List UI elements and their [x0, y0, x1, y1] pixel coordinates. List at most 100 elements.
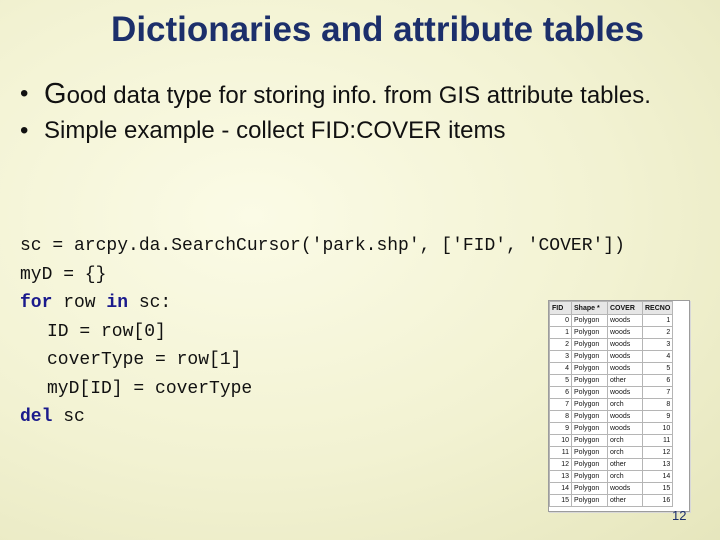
cell-cover: woods: [607, 314, 643, 327]
bullet-dot-icon: •: [20, 80, 29, 107]
cell-recno: 16: [641, 494, 674, 507]
code-block: sc = arcpy.da.SearchCursor('park.shp', […: [20, 232, 625, 432]
attribute-table: FID Shape * COVER RECNO 0 Polygon woods 1 1 P…: [549, 301, 674, 507]
table-row: 2 Polygon woods 3: [549, 338, 674, 351]
cell-shape: Polygon: [571, 458, 608, 471]
cell-fid: 9: [549, 422, 572, 435]
cell-shape: Polygon: [571, 482, 608, 495]
cell-fid: 0: [549, 314, 572, 327]
cell-shape: Polygon: [571, 398, 608, 411]
cell-fid: 3: [549, 350, 572, 363]
cell-recno: 12: [641, 446, 674, 459]
cell-fid: 6: [549, 386, 572, 399]
cell-recno: 5: [641, 362, 674, 375]
table-row: 1 Polygon woods 2: [549, 326, 674, 339]
table-row: 13 Polygon orch 14: [549, 470, 674, 483]
bullet-text: ood data type for storing info. from GIS…: [66, 82, 651, 109]
cell-recno: 2: [641, 326, 674, 339]
cell-fid: 13: [549, 470, 572, 483]
cell-recno: 10: [641, 422, 674, 435]
code-line: ID = row[0]: [47, 321, 166, 342]
code-text: row: [52, 293, 107, 313]
cell-shape: Polygon: [571, 446, 608, 459]
cell-cover: woods: [607, 386, 643, 399]
column-header-shape: Shape *: [571, 301, 608, 315]
cell-cover: orch: [607, 446, 643, 459]
table-row: 4 Polygon woods 5: [549, 362, 674, 375]
bullet-text: imple example - collect FID:COVER items: [60, 117, 506, 144]
code-text: sc:: [128, 293, 172, 313]
cell-fid: 15: [549, 494, 572, 507]
cell-shape: Polygon: [571, 374, 608, 387]
cell-shape: Polygon: [571, 362, 608, 375]
table-header-row: FID Shape * COVER RECNO: [549, 301, 674, 315]
table-row: 15 Polygon other 16: [549, 494, 674, 507]
table-row: 3 Polygon woods 4: [549, 350, 674, 363]
cell-cover: woods: [607, 350, 643, 363]
cell-fid: 8: [549, 410, 572, 423]
table-row: 11 Polygon orch 12: [549, 446, 674, 459]
code-line: coverType = row[1]: [47, 350, 242, 370]
cell-fid: 7: [549, 398, 572, 411]
table-row: 9 Polygon woods 10: [549, 422, 674, 435]
cell-fid: 1: [549, 326, 572, 339]
table-row: 0 Polygon woods 1: [549, 314, 674, 327]
bullet-first-letter: G: [44, 78, 67, 110]
code-line: for row in sc:: [20, 289, 625, 318]
cell-shape: Polygon: [571, 494, 608, 507]
code-keyword: del: [20, 407, 53, 427]
column-header-fid: FID: [549, 301, 572, 315]
cell-shape: Polygon: [571, 326, 608, 339]
column-header-cover: COVER: [607, 301, 643, 315]
cell-shape: Polygon: [571, 350, 608, 363]
table-row: 6 Polygon woods 7: [549, 386, 674, 399]
cell-cover: orch: [607, 470, 643, 483]
slide-title: Dictionaries and attribute tables: [111, 10, 644, 49]
cell-recno: 4: [641, 350, 674, 363]
table-row: 7 Polygon orch 8: [549, 398, 674, 411]
cell-recno: 9: [641, 410, 674, 423]
cell-fid: 11: [549, 446, 572, 459]
table-body: 0 Polygon woods 1 1 Polygon woods 2 2 Polygon wood…: [549, 314, 674, 507]
cell-recno: 8: [641, 398, 674, 411]
code-line: sc = arcpy.da.SearchCursor('park.shp', […: [20, 236, 625, 256]
cell-shape: Polygon: [571, 470, 608, 483]
code-keyword: in: [106, 293, 129, 313]
cell-recno: 14: [641, 470, 674, 483]
cell-shape: Polygon: [571, 386, 608, 399]
cell-cover: orch: [607, 398, 643, 411]
cell-fid: 12: [549, 458, 572, 471]
cell-recno: 3: [641, 338, 674, 351]
table-row: 10 Polygon orch 11: [549, 434, 674, 447]
bullet-dot-icon: •: [20, 117, 29, 144]
page-number: 12: [672, 508, 687, 523]
cell-fid: 10: [549, 434, 572, 447]
cell-fid: 2: [549, 338, 572, 351]
cell-cover: other: [607, 494, 643, 507]
cell-shape: Polygon: [571, 434, 608, 447]
cell-shape: Polygon: [571, 314, 608, 327]
cell-cover: other: [607, 374, 643, 387]
cell-cover: other: [607, 458, 643, 471]
code-text: sc: [52, 407, 85, 427]
column-header-recno: RECNO: [641, 301, 674, 315]
cell-cover: woods: [607, 326, 643, 339]
attribute-table-image: FID Shape * COVER RECNO 0 Polygon woods 1 1 P…: [548, 300, 690, 512]
bullet-first-letter: S: [44, 117, 61, 144]
table-row: 14 Polygon woods 15: [549, 482, 674, 495]
code-line: myD[ID] = coverType: [47, 378, 253, 399]
cell-recno: 11: [641, 434, 674, 447]
table-row: 12 Polygon other 13: [549, 458, 674, 471]
bullet-list: • Good data type for storing info. from …: [20, 78, 700, 150]
code-line: myD = {}: [20, 264, 107, 285]
bullet-item: • Simple example - collect FID:COVER ite…: [20, 115, 700, 147]
cell-cover: woods: [607, 482, 643, 495]
cell-recno: 15: [641, 482, 674, 495]
cell-shape: Polygon: [571, 422, 608, 435]
cell-cover: woods: [607, 338, 643, 351]
cell-recno: 13: [641, 458, 674, 471]
cell-fid: 5: [549, 374, 572, 387]
cell-recno: 6: [641, 374, 674, 387]
cell-fid: 14: [549, 482, 572, 495]
cell-cover: woods: [607, 362, 643, 375]
